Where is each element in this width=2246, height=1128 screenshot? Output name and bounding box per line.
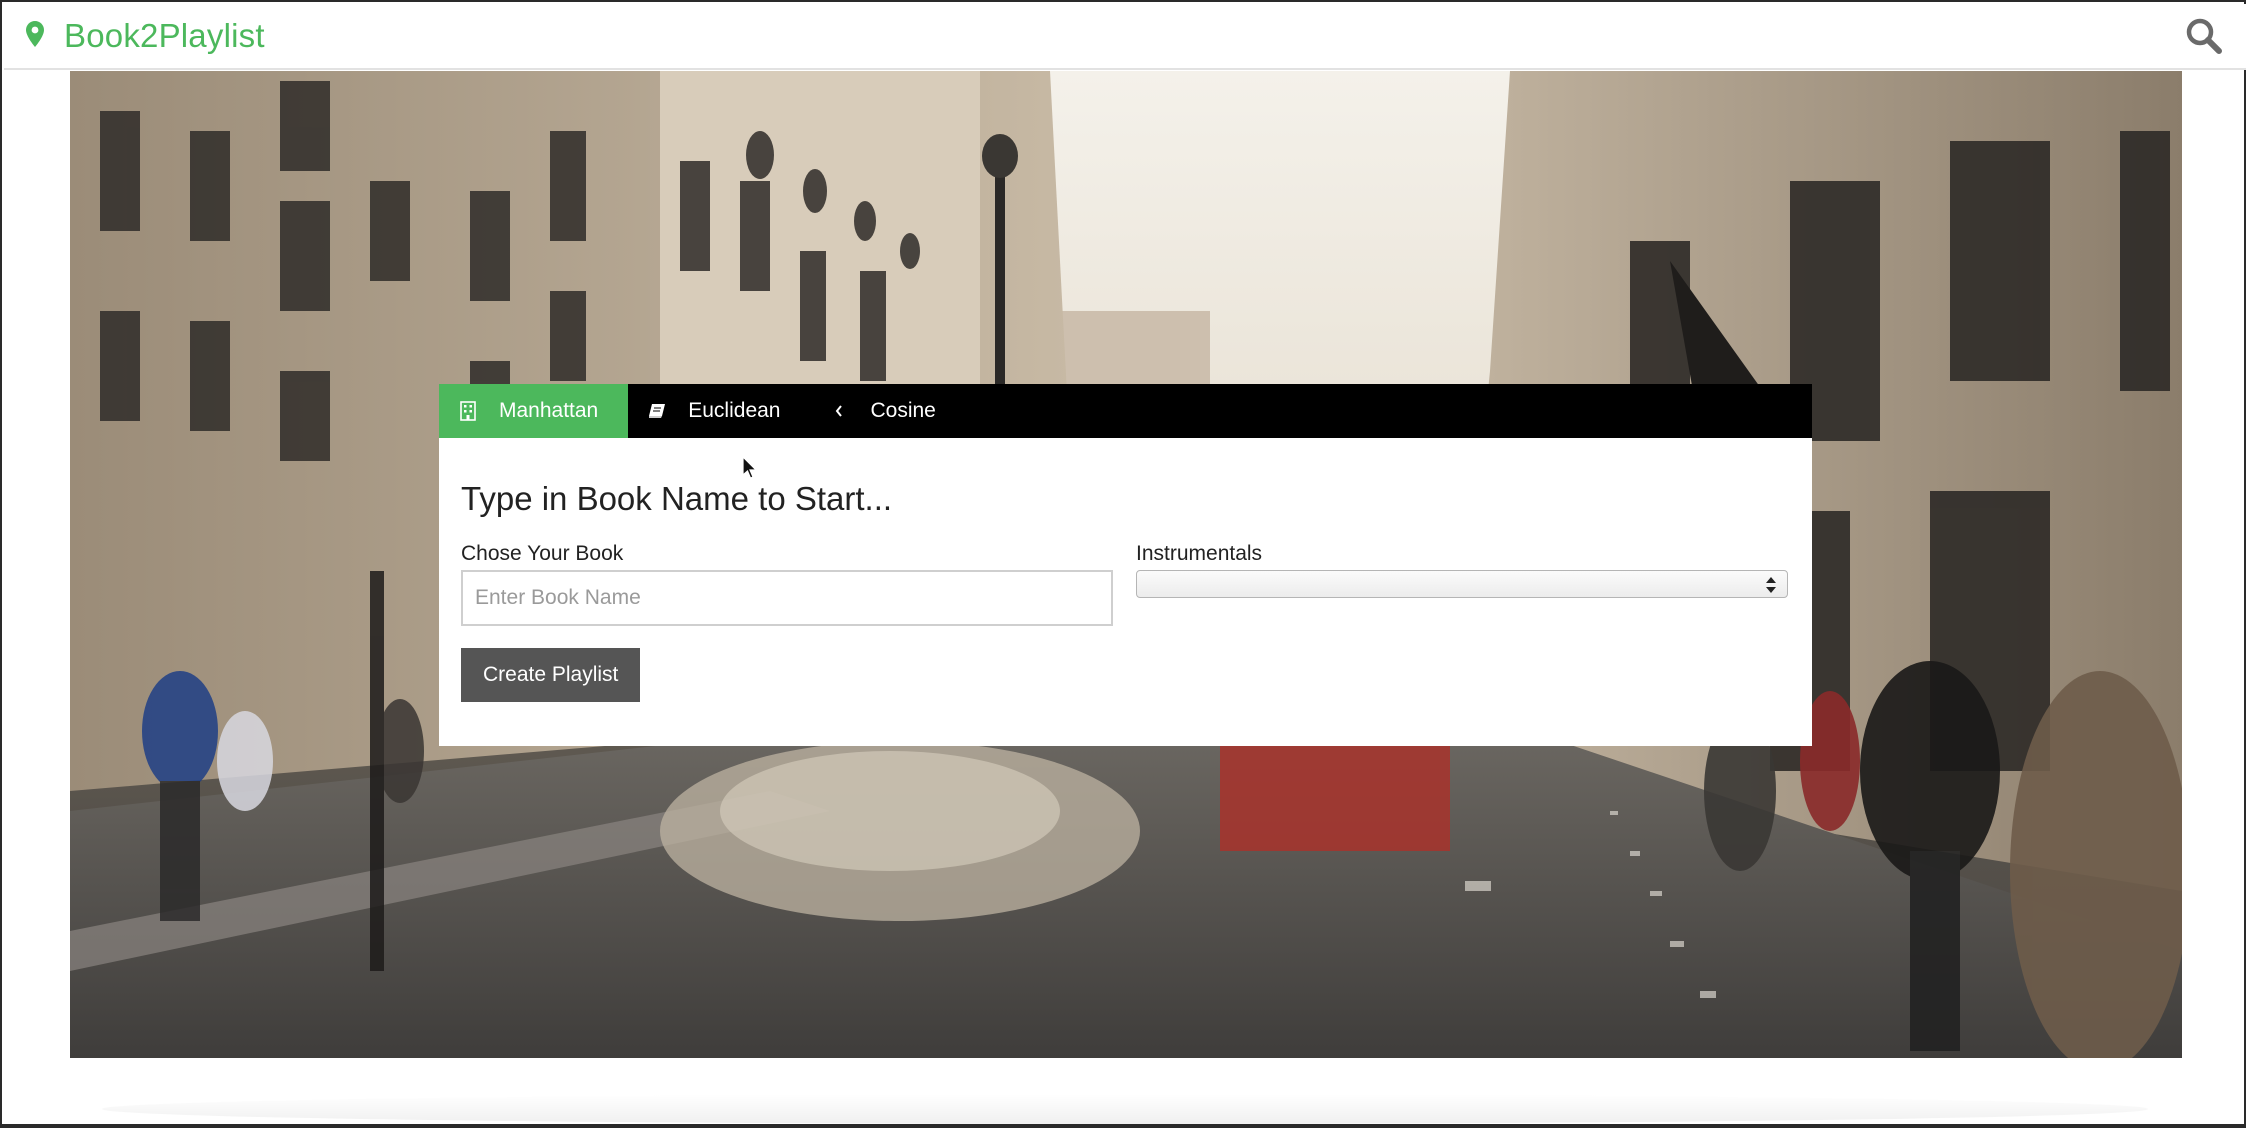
book-label: Chose Your Book [461,542,624,565]
tab-cosine[interactable]: Cosine [810,384,965,438]
select-arrows-icon [1765,574,1777,596]
metric-tabbar: Manhattan Euclidean Cosine [439,384,1812,438]
tab-label: Cosine [870,399,936,422]
instrumentals-label: Instrumentals [1136,542,1263,565]
tab-label: Manhattan [499,399,599,422]
brand-link[interactable]: Book2Playlist [26,16,265,56]
brand-name: Book2Playlist [64,17,265,54]
search-icon[interactable] [2184,16,2224,56]
create-playlist-button[interactable]: Create Playlist [461,648,641,702]
playlist-panel: Manhattan Euclidean Cosine Type in Book … [439,384,1812,746]
book-icon [648,401,666,421]
building-icon [459,401,477,421]
top-navbar: Book2Playlist [4,4,2246,70]
form-body: Type in Book Name to Start... Chose Your… [461,438,1790,746]
instrumentals-select[interactable] [1136,570,1788,598]
chevron-left-icon [830,401,848,421]
app-frame: Book2Playlist Manhattan Euclidean Cosine… [0,0,2246,1128]
book-name-input[interactable] [461,570,1113,626]
tab-euclidean[interactable]: Euclidean [628,384,810,438]
map-pin-icon [26,20,44,52]
tab-manhattan[interactable]: Manhattan [439,384,629,438]
tab-label: Euclidean [688,399,781,422]
form-heading: Type in Book Name to Start... [461,480,893,517]
footer-shadow [102,1094,2148,1124]
mouse-cursor-icon [742,455,758,480]
